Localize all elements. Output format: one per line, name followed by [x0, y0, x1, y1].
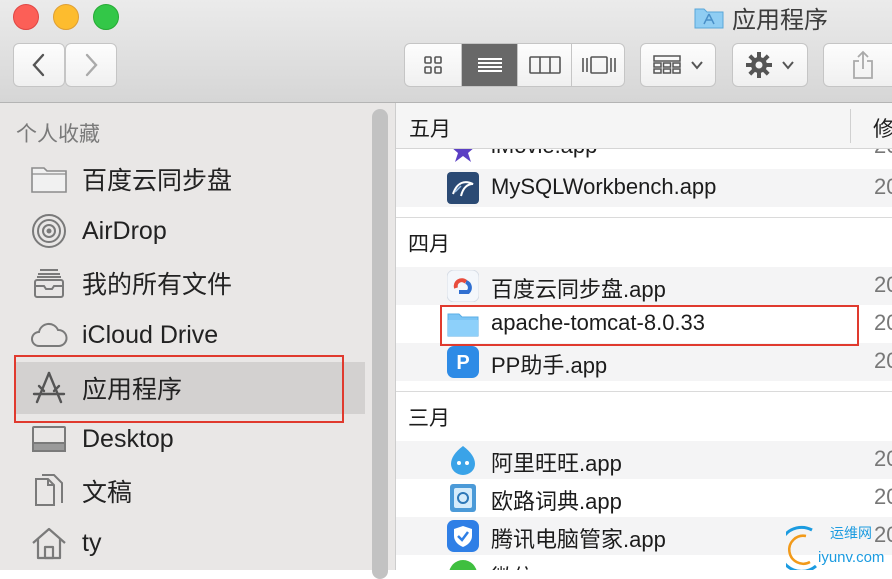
- file-date: 20: [874, 446, 892, 471]
- sidebar-item-airdrop[interactable]: AirDrop: [15, 208, 365, 254]
- sidebar-item-label: Desktop: [82, 424, 174, 453]
- column-view-icon: [528, 56, 561, 74]
- file-date: 20: [874, 348, 892, 373]
- list-item[interactable]: P PP助手.app 20: [396, 343, 892, 381]
- sidebar-item-label: ty: [82, 528, 102, 557]
- share-icon: [853, 50, 873, 79]
- tencent-pc-manager-icon: [447, 520, 479, 552]
- all-files-icon: [29, 263, 69, 303]
- file-name: 欧路词典.app: [491, 489, 622, 514]
- arrange-grid-icon: [653, 55, 681, 74]
- file-date: 20: [874, 272, 892, 297]
- pp-assistant-icon: P: [447, 346, 479, 378]
- sidebar: 个人收藏 百度云同步盘 AirDrop 我的所有文件 iCloud Drive …: [0, 103, 396, 579]
- highlight-box-tomcat: [440, 305, 859, 346]
- file-date: 20: [874, 310, 892, 335]
- highlight-box-applications: [14, 355, 344, 423]
- sidebar-item-label: 百度云同步盘: [82, 167, 233, 195]
- list-item[interactable]: 阿里旺旺.app 20: [396, 441, 892, 479]
- cloud-icon: [29, 315, 69, 355]
- desktop-icon: [29, 419, 69, 459]
- mysql-workbench-icon: [447, 172, 479, 204]
- file-date: 20: [874, 174, 892, 199]
- zoom-window-button[interactable]: [93, 4, 119, 30]
- back-button[interactable]: [13, 43, 65, 87]
- list-item[interactable]: MySQLWorkbench.app 20: [396, 169, 892, 207]
- forward-button[interactable]: [65, 43, 117, 87]
- applications-folder-icon: [694, 8, 724, 29]
- column-header-modified[interactable]: 修: [873, 113, 892, 143]
- file-date: 20: [874, 149, 892, 159]
- chevron-down-icon: [691, 61, 703, 70]
- watermark-text-cn: 运维网: [830, 526, 872, 542]
- column-divider[interactable]: [850, 109, 851, 143]
- share-button[interactable]: [823, 43, 892, 87]
- action-button[interactable]: [732, 43, 808, 87]
- minimize-window-button[interactable]: [53, 4, 79, 30]
- group-title: 三月: [408, 407, 450, 430]
- list-item[interactable]: 欧路词典.app 20: [396, 479, 892, 517]
- list-view-button[interactable]: [462, 44, 518, 86]
- sidebar-section-title: 个人收藏: [16, 123, 100, 146]
- file-name: 腾讯电脑管家.app: [491, 527, 666, 552]
- icon-view-icon: [424, 56, 442, 74]
- sidebar-item-label: AirDrop: [82, 216, 167, 245]
- chevron-right-icon: [85, 53, 98, 77]
- sidebar-item-documents[interactable]: 文稿: [15, 468, 365, 514]
- imovie-icon: [447, 149, 479, 167]
- view-mode-control: [404, 43, 625, 87]
- window-title-text: 应用程序: [732, 6, 828, 34]
- file-name: MySQLWorkbench.app: [491, 174, 717, 199]
- list-item[interactable]: iMovie.app 20: [396, 149, 892, 169]
- icon-view-button[interactable]: [405, 44, 462, 86]
- file-name: 阿里旺旺.app: [491, 451, 622, 476]
- file-name: 微信.app: [491, 560, 578, 570]
- close-window-button[interactable]: [13, 4, 39, 30]
- baidu-cloud-icon: [447, 270, 479, 302]
- sidebar-item-all-files[interactable]: 我的所有文件: [15, 260, 365, 306]
- arrange-button[interactable]: [640, 43, 716, 87]
- column-header-name[interactable]: 五月: [409, 113, 451, 143]
- toolbar: 应用程序: [0, 0, 892, 103]
- airdrop-icon: [29, 211, 69, 251]
- chevron-left-icon: [32, 53, 45, 77]
- list-column-header: 五月 修: [396, 103, 892, 149]
- window-title: 应用程序: [694, 2, 828, 34]
- sidebar-item-baidu-sync[interactable]: 百度云同步盘: [15, 156, 365, 202]
- cover-flow-button[interactable]: [572, 44, 624, 86]
- file-date: 20: [874, 484, 892, 509]
- watermark-text-url: iyunv.com: [818, 549, 884, 566]
- gear-icon: [746, 52, 772, 78]
- sidebar-item-label: iCloud Drive: [82, 320, 219, 349]
- file-name: iMovie.app: [491, 149, 597, 159]
- column-view-button[interactable]: [518, 44, 572, 86]
- sidebar-item-label: 我的所有文件: [82, 271, 233, 299]
- list-view-icon: [477, 58, 502, 72]
- group-header: 四月: [396, 217, 892, 261]
- watermark-logo: 运维网 iyunv.com: [778, 522, 892, 573]
- cover-flow-icon: [582, 56, 616, 74]
- sidebar-item-label: 文稿: [82, 479, 133, 507]
- wechat-icon: [447, 558, 479, 570]
- aliwangwang-icon: [447, 444, 479, 476]
- group-header: 三月: [396, 391, 892, 435]
- sidebar-item-icloud-drive[interactable]: iCloud Drive: [15, 312, 365, 358]
- chevron-down-icon: [782, 61, 794, 70]
- file-name: PP助手.app: [491, 353, 608, 378]
- file-name: 百度云同步盘.app: [491, 277, 666, 302]
- home-icon: [29, 523, 69, 563]
- svg-text:P: P: [456, 352, 469, 374]
- eudic-icon: [447, 482, 479, 514]
- sidebar-item-home[interactable]: ty: [15, 520, 365, 566]
- folder-icon: [29, 159, 69, 199]
- sidebar-scrollbar[interactable]: [372, 109, 388, 579]
- list-item[interactable]: 百度云同步盘.app 20: [396, 267, 892, 305]
- documents-icon: [29, 471, 69, 511]
- group-title: 四月: [408, 233, 450, 256]
